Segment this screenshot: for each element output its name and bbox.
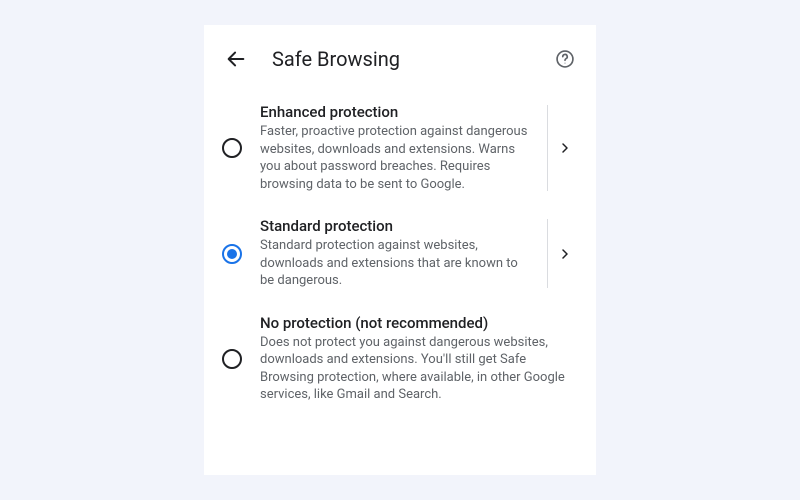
chevron-right-icon <box>559 142 571 154</box>
options-list: Enhanced protection Faster, proactive pr… <box>222 103 578 404</box>
page-title: Safe Browsing <box>272 47 552 71</box>
radio-standard[interactable] <box>222 244 242 264</box>
option-description: Standard protection against websites, do… <box>260 237 535 290</box>
chevron-right-icon <box>559 248 571 260</box>
option-standard-protection[interactable]: Standard protection Standard protection … <box>222 217 578 290</box>
header-bar: Safe Browsing <box>222 37 578 81</box>
radio-no-protection[interactable] <box>222 349 242 369</box>
option-description: Does not protect you against dangerous w… <box>260 334 572 404</box>
help-button[interactable] <box>552 46 578 72</box>
option-description: Faster, proactive protection against dan… <box>260 123 535 193</box>
option-text: No protection (not recommended) Does not… <box>260 314 578 404</box>
option-title: No protection (not recommended) <box>260 314 572 332</box>
detail-button-standard[interactable] <box>552 248 578 260</box>
vertical-divider <box>547 105 548 191</box>
option-title: Enhanced protection <box>260 103 535 121</box>
vertical-divider <box>547 219 548 288</box>
help-icon <box>555 49 575 69</box>
option-title: Standard protection <box>260 217 535 235</box>
radio-col <box>222 244 260 264</box>
option-no-protection[interactable]: No protection (not recommended) Does not… <box>222 314 578 404</box>
radio-enhanced[interactable] <box>222 138 242 158</box>
radio-col <box>222 349 260 369</box>
option-text: Standard protection Standard protection … <box>260 217 541 290</box>
option-text: Enhanced protection Faster, proactive pr… <box>260 103 541 193</box>
radio-col <box>222 138 260 158</box>
detail-button-enhanced[interactable] <box>552 142 578 154</box>
back-button[interactable] <box>222 45 250 73</box>
option-enhanced-protection[interactable]: Enhanced protection Faster, proactive pr… <box>222 103 578 193</box>
arrow-left-icon <box>225 48 247 70</box>
settings-card: Safe Browsing Enhanced protection Faster… <box>204 25 596 475</box>
